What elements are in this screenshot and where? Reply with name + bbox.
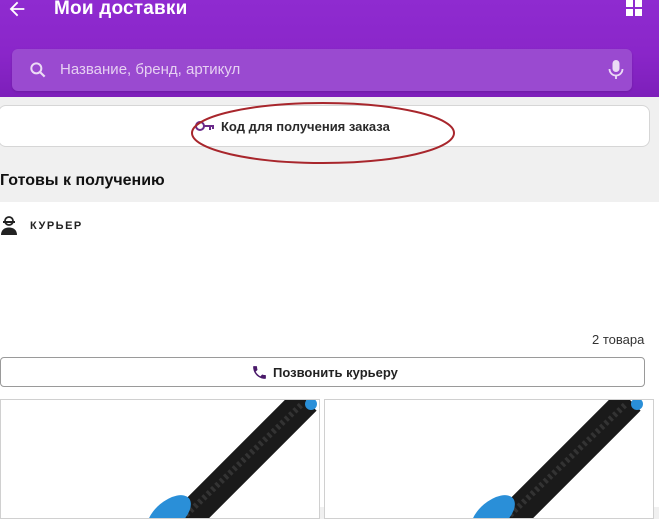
call-courier-button[interactable]: Позвонить курьеру <box>0 357 645 387</box>
phone-icon <box>253 366 266 379</box>
page-title: Мои доставки <box>54 0 188 19</box>
call-courier-label: Позвонить курьеру <box>273 365 398 380</box>
arrow-left-icon[interactable] <box>6 0 28 20</box>
search-bar[interactable]: Название, бренд, артикул <box>12 49 632 91</box>
app-bar: Мои доставки Название, бренд, артикул <box>0 0 659 97</box>
order-code-button[interactable]: Код для получения заказа <box>0 105 650 147</box>
search-input[interactable]: Название, бренд, артикул <box>60 49 240 91</box>
cable-product-image <box>471 400 643 518</box>
section-title: Готовы к получению <box>0 172 165 189</box>
cable-product-image <box>147 400 317 518</box>
grid-icon[interactable] <box>626 0 642 16</box>
product-thumbnail[interactable] <box>324 399 654 519</box>
key-icon <box>195 121 214 131</box>
delivery-card: КУРЬЕР 2 товара Позвонить курьеру <box>0 202 659 519</box>
search-icon <box>30 62 46 78</box>
product-thumbnail[interactable] <box>0 399 320 519</box>
microphone-icon[interactable] <box>606 58 626 82</box>
courier-icon <box>1 216 17 235</box>
items-count: 2 товара <box>592 332 645 347</box>
delivery-method-label: КУРЬЕР <box>30 220 83 232</box>
order-code-label: Код для получения заказа <box>221 119 390 134</box>
